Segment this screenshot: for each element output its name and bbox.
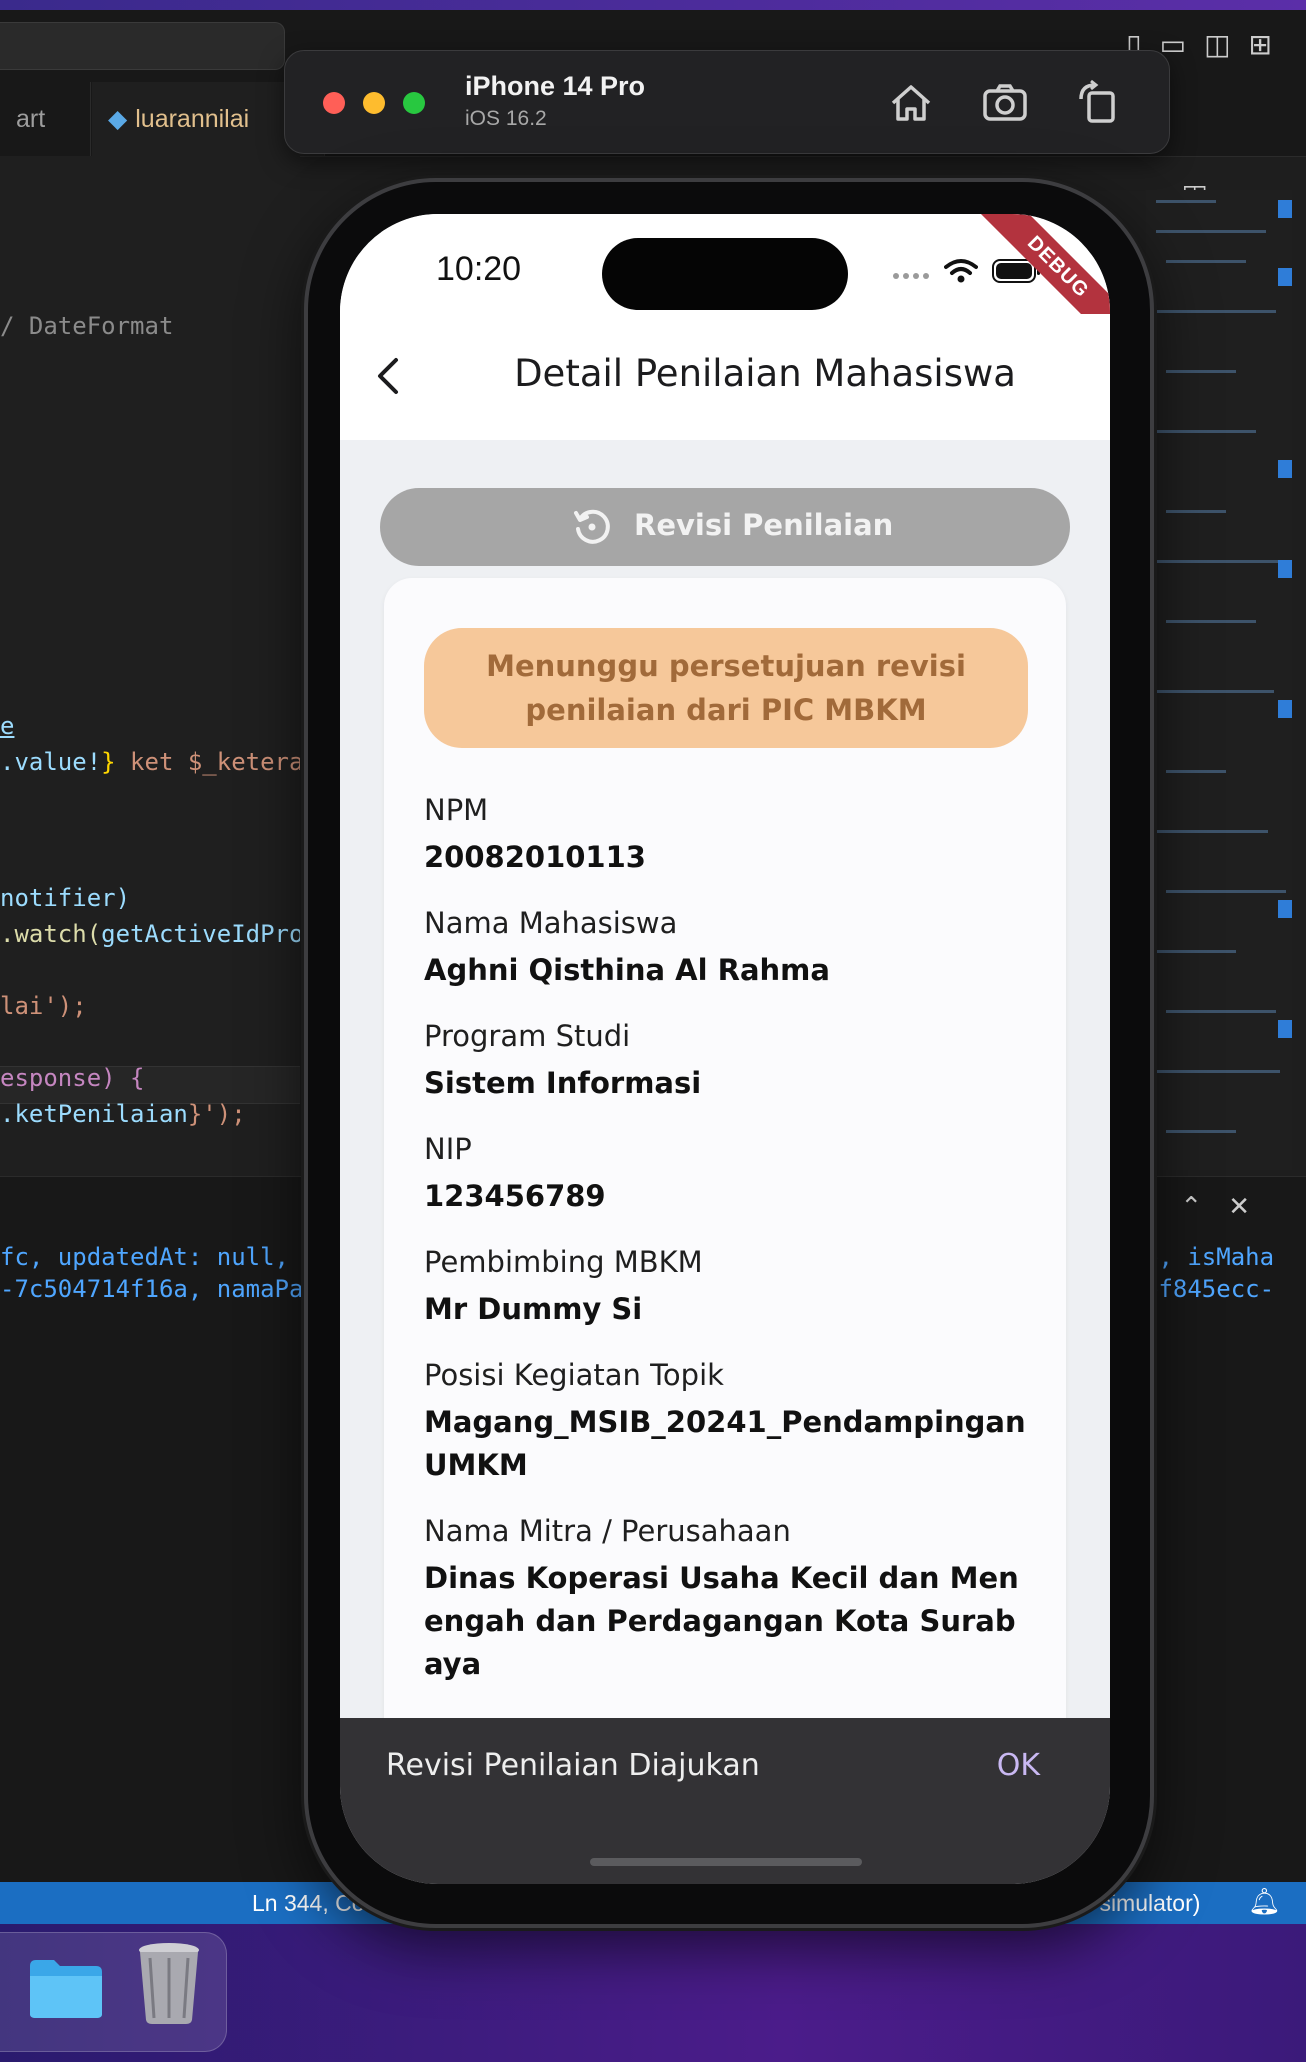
field-program-studi: Program Studi Sistem Informasi [424,1016,1028,1105]
code-line: e [0,712,15,740]
trash-icon[interactable] [134,1940,204,2026]
field-label: Nama Mitra / Perusahaan [424,1514,791,1548]
field-posisi-kegiatan: Posisi Kegiatan Topik Magang_MSIB_20241_… [424,1355,1028,1487]
field-value: Mr Dummy Si [424,1292,643,1326]
history-restore-icon [574,509,610,544]
minimap-marker [1278,268,1292,286]
console-output-line: -7c504714f16a, namaPak [0,1275,318,1303]
zoom-window-button[interactable] [403,92,425,114]
field-value: Magang_MSIB_20241_Pendampingan UMKM [424,1405,1026,1482]
code-token: getActiveIdPro [101,920,300,948]
field-npm: NPM 20082010113 [424,790,1028,879]
code-token: } [101,748,116,776]
code-token: .watch( [0,920,102,948]
revisi-penilaian-button[interactable]: Revisi Penilaian [380,488,1070,566]
console-output-line: ef845ecc- [1144,1275,1275,1303]
minimize-window-button[interactable] [363,92,385,114]
field-label: Program Studi [424,1019,631,1053]
field-pembimbing: Pembimbing MBKM Mr Dummy Si [424,1242,1028,1331]
page-title: Detail Penilaian Mahasiswa [514,352,1016,395]
minimap-marker [1278,1020,1292,1038]
detail-card: Menunggu persetujuan revisi penilaian da… [384,578,1066,1758]
minimap-marker [1278,560,1292,578]
field-value: 123456789 [424,1179,606,1213]
screenshot-icon[interactable] [979,77,1031,129]
menu-bar-strip [0,0,1306,10]
field-value: Aghni Qisthina Al Rahma [424,953,830,987]
code-token: .ketPenilaian [0,1100,188,1128]
snackbar-ok-button[interactable]: OK [997,1748,1040,1783]
code-line: .value!} ket $_ketera [0,748,300,776]
status-time: 10:20 [436,250,522,288]
home-icon[interactable] [885,77,937,129]
field-value: Sistem Informasi [424,1066,702,1100]
dart-file-icon: ◆ [108,105,128,133]
toggle-secondary-sidebar-icon[interactable]: ◫ [1204,28,1248,61]
code-line: .watch(getActiveIdPro [0,920,300,948]
code-line: .ketPenilaian}'); [0,1100,246,1128]
field-label: Posisi Kegiatan Topik [424,1358,724,1392]
field-label: NIP [424,1132,472,1166]
command-center-search[interactable] [0,22,285,70]
device-name: iPhone 14 Pro [465,71,646,101]
revisi-button-label: Revisi Penilaian [634,508,894,542]
field-nama-mitra: Nama Mitra / Perusahaan Dinas Koperasi U… [424,1511,1028,1686]
tab-label: art [16,105,46,133]
toggle-panel-icon[interactable]: ▭ [1160,28,1204,61]
app-bar: Detail Penilaian Mahasiswa [340,314,1110,440]
minimap[interactable] [1146,190,1292,1170]
detail-fields: NPM 20082010113 Nama Mahasiswa Aghni Qis… [424,790,1028,1710]
field-label: Pembimbing MBKM [424,1245,703,1279]
wifi-icon [944,259,978,283]
rotate-icon[interactable] [1071,77,1123,129]
ios-status-bar: 10:20 DEBUG [340,214,1110,357]
simulator-title-bar[interactable]: iPhone 14 Pro iOS 16.2 [284,50,1170,154]
console-output-line: fc, updatedAt: null, u [0,1243,318,1271]
snackbar-message: Revisi Penilaian Diajukan [386,1748,760,1783]
code-token: ket $_ketera [115,748,300,776]
code-token: }'); [187,1100,246,1128]
tab-label: luarannilai [135,105,250,133]
notifications-bell-icon[interactable]: 🔔︎ [1248,1886,1281,1917]
code-line: esponse) { [0,1064,145,1092]
cellular-signal-icon [893,273,929,279]
folder-icon[interactable] [26,1952,106,2022]
minimap-marker [1278,900,1292,918]
tab-dart-file[interactable]: art [0,82,91,156]
maximize-panel-icon[interactable]: ⌃ [1180,1192,1228,1222]
minimap-marker [1278,460,1292,478]
close-panel-icon[interactable]: ✕ [1228,1192,1276,1222]
code-editor[interactable]: / DateFormat e .value!} ket $_ketera not… [0,156,300,1176]
field-nama-mahasiswa: Nama Mahasiswa Aghni Qisthina Al Rahma [424,903,1028,992]
code-line: lai'); [0,992,87,1020]
field-value: Dinas Koperasi Usaha Kecil dan Menengah … [424,1561,1019,1681]
field-nip: NIP 123456789 [424,1129,1028,1218]
pending-approval-notice: Menunggu persetujuan revisi penilaian da… [424,628,1028,748]
field-label: NPM [424,793,489,827]
console-output-line: e, isMaha [1144,1243,1275,1271]
code-line: / DateFormat [0,312,174,340]
customize-layout-icon[interactable]: ⊞ [1249,28,1290,61]
field-label: Nama Mahasiswa [424,906,678,940]
minimap-marker [1278,200,1292,218]
code-token: .value! [0,748,102,776]
dynamic-island [602,238,848,310]
minimap-marker [1278,700,1292,718]
close-window-button[interactable] [323,92,345,114]
phone-screen: 10:20 DEBUG Detail Penilaian Mahasiswa R… [340,214,1110,1884]
code-line: notifier) [0,884,131,912]
home-indicator[interactable] [590,1858,862,1866]
field-value: 20082010113 [424,840,646,874]
os-version: iOS 16.2 [465,107,547,130]
